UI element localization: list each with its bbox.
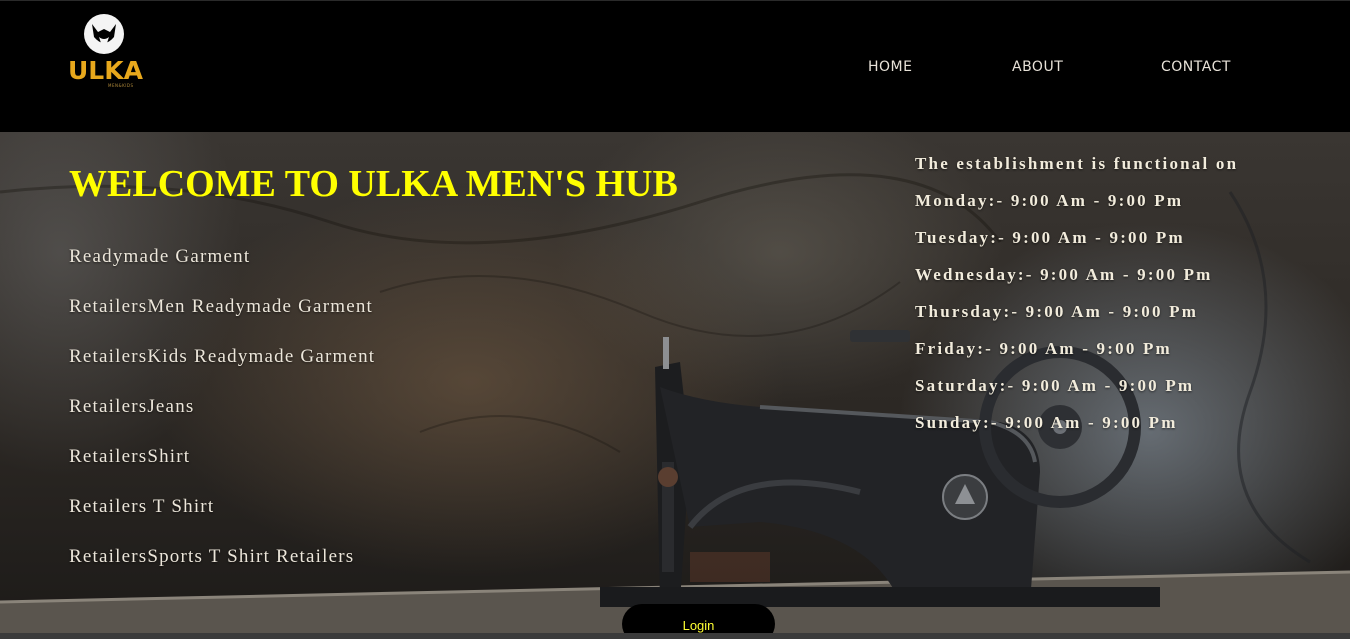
services-list-item: RetailersKids Readymade Garment [69, 346, 376, 367]
hero-section: WELCOME TO ULKA MEN'S HUB Readymade Garm… [0, 132, 1350, 639]
hours-thursday: Thursday:- 9:00 Am - 9:00 Pm [915, 302, 1199, 321]
logo-subtext: MEN&KIDS [108, 83, 134, 88]
logo-text: ULKA [68, 56, 143, 85]
site-header: ULKA MEN&KIDS HOME ABOUT CONTACT [0, 0, 1350, 132]
services-list-item: RetailersMen Readymade Garment [69, 296, 374, 317]
nav-contact-link[interactable]: CONTACT [1161, 59, 1231, 75]
hours-tuesday: Tuesday:- 9:00 Am - 9:00 Pm [915, 228, 1185, 247]
logo[interactable]: ULKA MEN&KIDS [66, 13, 148, 91]
nav-about-link[interactable]: ABOUT [1012, 59, 1063, 75]
hours-saturday: Saturday:- 9:00 Am - 9:00 Pm [915, 376, 1195, 395]
nav-home-link[interactable]: HOME [868, 59, 912, 75]
cat-head-icon [84, 14, 124, 54]
opening-hours-list: Monday:- 9:00 Am - 9:00 Pm Tuesday:- 9:0… [915, 190, 1213, 449]
services-list-item: Retailers T Shirt [69, 496, 215, 517]
services-list-item: RetailersShirt [69, 446, 191, 467]
hours-friday: Friday:- 9:00 Am - 9:00 Pm [915, 339, 1172, 358]
services-list-item: RetailersJeans [69, 396, 195, 417]
hours-monday: Monday:- 9:00 Am - 9:00 Pm [915, 191, 1184, 210]
services-list-item: Readymade Garment [69, 246, 251, 267]
hours-intro: The establishment is functional on [915, 154, 1239, 173]
page: ULKA MEN&KIDS HOME ABOUT CONTACT WELCOME… [0, 0, 1350, 639]
bottom-bar [0, 633, 1350, 639]
services-list-item: RetailersSports T Shirt Retailers [69, 546, 355, 567]
hours-sunday: Sunday:- 9:00 Am - 9:00 Pm [915, 413, 1178, 432]
page-title: WELCOME TO ULKA MEN'S HUB [69, 163, 678, 205]
hours-wednesday: Wednesday:- 9:00 Am - 9:00 Pm [915, 265, 1213, 284]
services-list: Readymade Garment RetailersMen Readymade… [69, 245, 375, 595]
